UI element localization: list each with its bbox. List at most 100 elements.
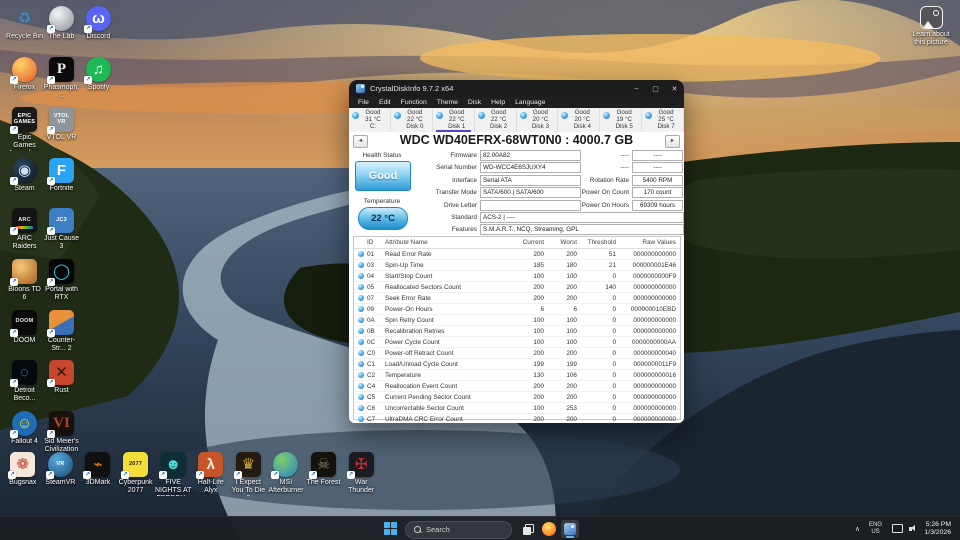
desktop-icon-i-expect-you-to-die-2[interactable]: ♛↗I Expect You To Die 2 [230, 452, 268, 496]
smart-row-C5[interactable]: C5Current Pending Sector Count2002000000… [354, 392, 680, 403]
desktop-icon-portal-with-rtx[interactable]: ◯↗Portal with RTX [43, 259, 80, 302]
minimize-button[interactable]: – [627, 80, 646, 97]
smart-row-04[interactable]: 04Start/Stop Count10010000000000000F9 [354, 271, 680, 282]
desktop-icon-bugsnax[interactable]: ❁↗Bugsnax [4, 452, 42, 496]
smart-row-C1[interactable]: C1Load/Unload Cycle Count199199000000000… [354, 359, 680, 370]
smart-row-07[interactable]: 07Seek Error Rate2002000000000000000 [354, 293, 680, 304]
next-disk-button[interactable]: ► [665, 135, 680, 148]
desktop-icon-just-cause-3[interactable]: JC3↗Just Cause 3 [43, 208, 80, 251]
disk-tab-name: Disk 1 [440, 124, 474, 131]
menu-help[interactable]: Help [486, 99, 510, 106]
desktop-icon-discord[interactable]: ω↗Discord [80, 6, 117, 41]
desktop-icon-phasmoph[interactable]: P↗Phasmoph... [43, 57, 80, 100]
desktop-icon-label: I Expect You To Die 2 [230, 479, 268, 496]
smart-row-03[interactable]: 03Spin-Up Time18518021000000001E46 [354, 260, 680, 271]
temperature-button[interactable]: 22 °C [358, 207, 408, 230]
desktop-icon-half-life-alyx[interactable]: λ↗Half-Life Alyx [192, 452, 230, 496]
smart-row-C0[interactable]: C0Power-off Retract Count200200000000000… [354, 348, 680, 359]
shortcut-arrow-icon: ↗ [347, 471, 355, 479]
smart-row-05[interactable]: 05Reallocated Sectors Count2002001400000… [354, 282, 680, 293]
clock[interactable]: 5:26 PM 1/3/2026 [925, 521, 951, 536]
desktop-icon-the-forest[interactable]: ☠↗The Forest [305, 452, 343, 496]
smart-row-C7[interactable]: C7UltraDMA CRC Error Count20020000000000… [354, 414, 680, 423]
desktop-icon-vtol-vr[interactable]: VTOL VR↗VTOL VR [43, 107, 80, 142]
desktop-icon-bloons-td-6[interactable]: ↗Bloons TD 6 [6, 259, 43, 302]
field-value: ACS-2 | ---- [480, 212, 684, 223]
maximize-button[interactable]: ▢ [646, 80, 665, 97]
volume-tray-icon[interactable] [909, 527, 912, 531]
shortcut-arrow-icon: ↗ [47, 278, 55, 286]
menu-file[interactable]: File [353, 99, 374, 106]
learn-about-picture[interactable]: Learn about this picture [906, 6, 956, 47]
menu-disk[interactable]: Disk [463, 99, 486, 106]
attribute-status-icon [358, 339, 364, 345]
smart-row-C4[interactable]: C4Reallocation Event Count20020000000000… [354, 381, 680, 392]
desktop-icon-spotify[interactable]: ♫↗Spotify [80, 57, 117, 92]
disk-tab-disk-3[interactable]: Good20 °CDisk 3 [517, 108, 559, 132]
desktop-icon-detroit-beco[interactable]: ◌↗Detroit Beco... [6, 360, 43, 403]
task-view-button[interactable] [519, 520, 537, 538]
desktop-icon-sid-meier-s-civilization-vi[interactable]: VI↗Sid Meier's Civilization VI [43, 411, 80, 455]
desktop-icon-recycle-bin[interactable]: ♻Recycle Bin [6, 6, 43, 41]
attribute-status-icon [358, 394, 364, 400]
title-bar[interactable]: CrystalDiskInfo 9.7.2 x64 – ▢ ✕ [349, 80, 684, 97]
cell-worst: 199 [544, 361, 577, 368]
desktop-icon-steam[interactable]: ◉↗Steam [6, 158, 43, 193]
shortcut-arrow-icon: ↗ [10, 227, 18, 235]
previous-disk-button[interactable]: ◄ [353, 135, 368, 148]
smart-row-0A[interactable]: 0ASpin Retry Count1001000000000000000 [354, 315, 680, 326]
desktop-icon-fallout-4[interactable]: ☺↗Fallout 4 [6, 411, 43, 446]
desktop-icon-doom[interactable]: DOOM↗DOOM [6, 310, 43, 345]
desktop-icon-msi-afterburner[interactable]: ↗MSI Afterburner [267, 452, 305, 496]
desktop-icon-arc-raiders[interactable]: ARC↗ARC Raiders [6, 208, 43, 251]
desktop-icon-3dmark[interactable]: ⌁↗3DMark [79, 452, 117, 496]
start-button[interactable] [383, 521, 398, 536]
display-tray-icon[interactable] [892, 524, 903, 533]
disk-tab-disk-5[interactable]: Good19 °CDisk 5 [600, 108, 642, 132]
hidden-icons-chevron[interactable]: ∧ [855, 525, 860, 533]
date: 1/3/2026 [925, 529, 951, 536]
cell-threshold: 0 [577, 405, 616, 412]
desktop-icon-firefox[interactable]: ↗Firefox [6, 57, 43, 92]
desktop-icon-steamvr[interactable]: VR↗SteamVR [42, 452, 80, 496]
desktop-icon-epic-games-launcher[interactable]: EPIC GAMES↗Epic Games Launcher [6, 107, 43, 151]
disk-tab-disk-0[interactable]: Good22 °CDisk 0 [391, 108, 433, 132]
menu-language[interactable]: Language [510, 99, 550, 106]
smart-row-0C[interactable]: 0CPower Cycle Count10010000000000000AA [354, 337, 680, 348]
disk-tab-disk-4[interactable]: Good20 °CDisk 4 [558, 108, 600, 132]
smart-row-09[interactable]: 09Power-On Hours660000000010EBD [354, 304, 680, 315]
close-button[interactable]: ✕ [665, 80, 684, 97]
menu-theme[interactable]: Theme [432, 99, 463, 106]
attribute-status-icon [358, 416, 364, 422]
field-label: Transfer Mode [415, 189, 480, 196]
menu-function[interactable]: Function [396, 99, 432, 106]
desktop-icon-war-thunder[interactable]: ✠↗War Thunder [342, 452, 380, 496]
disk-tab-disk-1[interactable]: Good22 °CDisk 1 [433, 108, 475, 132]
attribute-status-icon [358, 328, 364, 334]
desktop-icon-fortnite[interactable]: F↗Fortnite [43, 158, 80, 193]
language-indicator[interactable]: ENGUS [869, 522, 882, 535]
cell-raw-values: 000000000000 [616, 317, 680, 324]
desktop-icon-counter-str-2[interactable]: ↗Counter-Str... 2 [43, 310, 80, 353]
cell-threshold: 140 [577, 284, 616, 291]
disk-tab-c[interactable]: Good31 °CC: [349, 108, 391, 132]
desktop-icon-label: War Thunder [342, 479, 380, 495]
firefox-taskbar-button[interactable] [540, 520, 558, 538]
desktop-icon-image: JC3↗ [49, 208, 74, 233]
desktop-icon-cyberpunk-2077[interactable]: 2077↗Cyberpunk 2077 [117, 452, 155, 496]
menu-edit[interactable]: Edit [374, 99, 396, 106]
smart-row-C2[interactable]: C2Temperature1301060000000000016 [354, 370, 680, 381]
crystaldiskinfo-taskbar-button[interactable] [561, 520, 579, 538]
cell-threshold: 0 [577, 361, 616, 368]
smart-row-C6[interactable]: C6Uncorrectable Sector Count100253000000… [354, 403, 680, 414]
desktop-icon-rust[interactable]: ✕↗Rust [43, 360, 80, 395]
desktop-icon-five-nights-at-freddy[interactable]: ☻↗FIVE NIGHTS AT FREDDY... [154, 452, 192, 496]
disk-tab-disk-2[interactable]: Good22 °CDisk 2 [475, 108, 517, 132]
health-status-button[interactable]: Good [355, 161, 411, 191]
smart-row-01[interactable]: 01Read Error Rate20020051000000000000 [354, 249, 680, 260]
search-input[interactable]: Search [405, 521, 512, 539]
disk-tab-disk-7[interactable]: Good25 °CDisk 7 [642, 108, 684, 132]
field-value: ---- [632, 150, 683, 161]
smart-row-0B[interactable]: 0BRecalibration Retries10010000000000000… [354, 326, 680, 337]
desktop-icon-the-lab[interactable]: ↗The Lab [43, 6, 80, 41]
